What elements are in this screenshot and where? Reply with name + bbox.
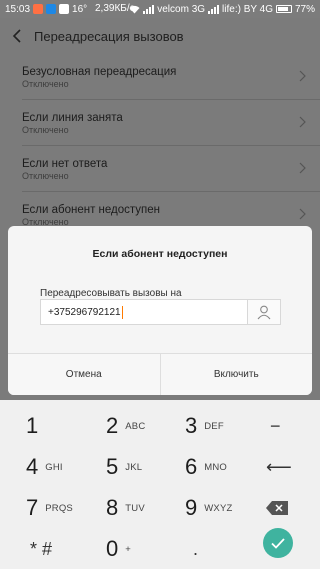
key-symbol: * # xyxy=(30,538,53,559)
key-letters: WXYZ xyxy=(204,502,233,514)
list-item-title: Если нет ответа xyxy=(22,158,108,170)
cancel-button[interactable]: Отмена xyxy=(8,354,160,395)
forwarding-dialog: Если абонент недоступен Переадресовывать… xyxy=(8,226,312,395)
status-temperature: 16° xyxy=(72,3,88,15)
key-star-hash[interactable]: * # xyxy=(30,529,52,569)
phone-number-input[interactable]: +375296792121 xyxy=(40,299,280,325)
status-time: 15:03 xyxy=(5,3,31,15)
key-letters: + xyxy=(125,543,131,555)
return-arrow-icon: ⟵ xyxy=(266,456,292,477)
pick-contact-button[interactable] xyxy=(247,299,281,325)
key-6[interactable]: 6 MNO xyxy=(185,447,227,487)
phone-number-value: +375296792121 xyxy=(48,306,121,318)
signal-icon xyxy=(143,4,155,14)
backspace-key[interactable] xyxy=(266,488,288,528)
key-5[interactable]: 5 JKL xyxy=(106,447,142,487)
chevron-right-icon xyxy=(299,116,306,128)
key-dot[interactable]: . xyxy=(193,529,198,569)
dialog-title: Если абонент недоступен xyxy=(92,248,228,260)
key-digit: 3 xyxy=(185,413,198,438)
app-header: Переадресация вызовов xyxy=(0,18,320,54)
backspace-icon xyxy=(266,501,288,515)
key-digit: 5 xyxy=(106,454,119,479)
status-carrier-2: life:) BY 4G xyxy=(222,3,273,15)
list-item-title: Если линия занята xyxy=(22,112,123,124)
key-letters: GHI xyxy=(45,461,63,473)
key-symbol: . xyxy=(193,538,199,559)
key-minus[interactable]: − xyxy=(270,406,281,446)
back-arrow-icon xyxy=(12,29,21,43)
forward-to-label: Переадресовывать вызовы на xyxy=(40,288,182,299)
key-3[interactable]: 3 DEF xyxy=(185,406,224,446)
key-2[interactable]: 2 ABC xyxy=(106,406,145,446)
key-digit: 4 xyxy=(26,454,39,479)
person-icon xyxy=(257,305,271,319)
key-letters: MNO xyxy=(204,461,228,473)
key-return[interactable]: ⟵ xyxy=(266,447,292,487)
text-caret xyxy=(121,305,123,319)
key-digit: 9 xyxy=(185,495,198,520)
list-item-status: Отключено xyxy=(22,79,69,89)
status-carrier-1: velcom 3G xyxy=(157,3,206,15)
dial-keypad: 1 2 ABC 3 DEF − 4 GHI 5 JKL 6 MNO ⟵ 7 PR… xyxy=(0,400,320,569)
status-net-speed: 2,39КБ/с xyxy=(95,3,135,14)
list-item-title: Если абонент недоступен xyxy=(22,204,161,216)
key-digit: 7 xyxy=(26,495,39,520)
list-item-no-answer[interactable]: Если нет ответа Отключено xyxy=(0,146,320,191)
key-digit: 6 xyxy=(185,454,198,479)
back-button[interactable] xyxy=(0,18,34,54)
key-letters: TUV xyxy=(125,502,145,514)
forwarding-list: Безусловная переадресация Отключено Если… xyxy=(0,54,320,237)
key-digit: 2 xyxy=(106,413,119,438)
list-item-status: Отключено xyxy=(22,171,69,181)
key-digit: 1 xyxy=(26,413,39,438)
key-9[interactable]: 9 WXYZ xyxy=(185,488,233,528)
confirm-button[interactable] xyxy=(263,528,293,558)
key-1[interactable]: 1 xyxy=(26,406,38,446)
signal-icon xyxy=(208,4,220,14)
key-0[interactable]: 0 + xyxy=(106,529,131,569)
status-battery: 77% xyxy=(294,3,315,15)
chevron-right-icon xyxy=(299,208,306,220)
notification-app-icon xyxy=(59,4,70,14)
enable-button[interactable]: Включить xyxy=(159,354,312,395)
chevron-right-icon xyxy=(299,162,306,174)
key-letters: PRQS xyxy=(45,502,73,514)
dialog-buttons: Отмена Включить xyxy=(8,353,312,395)
page-title: Переадресация вызовов xyxy=(34,28,184,44)
notification-app-icon xyxy=(46,4,57,14)
chevron-right-icon xyxy=(299,70,306,82)
key-symbol: − xyxy=(270,415,281,436)
list-item-status: Отключено xyxy=(22,125,69,135)
key-letters: ABC xyxy=(125,420,146,432)
key-letters: DEF xyxy=(204,420,224,432)
key-7[interactable]: 7 PRQS xyxy=(26,488,73,528)
list-item-unconditional[interactable]: Безусловная переадресация Отключено xyxy=(0,54,320,99)
confirm-check-icon xyxy=(271,537,285,549)
list-item-busy[interactable]: Если линия занята Отключено xyxy=(0,100,320,145)
key-digit: 0 xyxy=(106,536,119,561)
notification-app-icon xyxy=(33,4,44,14)
key-letters: JKL xyxy=(125,461,143,473)
list-item-title: Безусловная переадресация xyxy=(22,66,177,78)
battery-icon xyxy=(275,5,292,13)
key-8[interactable]: 8 TUV xyxy=(106,488,145,528)
key-4[interactable]: 4 GHI xyxy=(26,447,63,487)
key-digit: 8 xyxy=(106,495,119,520)
status-bar: 15:03 16° 2,39КБ/с velcom 3G life:) BY 4… xyxy=(0,0,320,18)
